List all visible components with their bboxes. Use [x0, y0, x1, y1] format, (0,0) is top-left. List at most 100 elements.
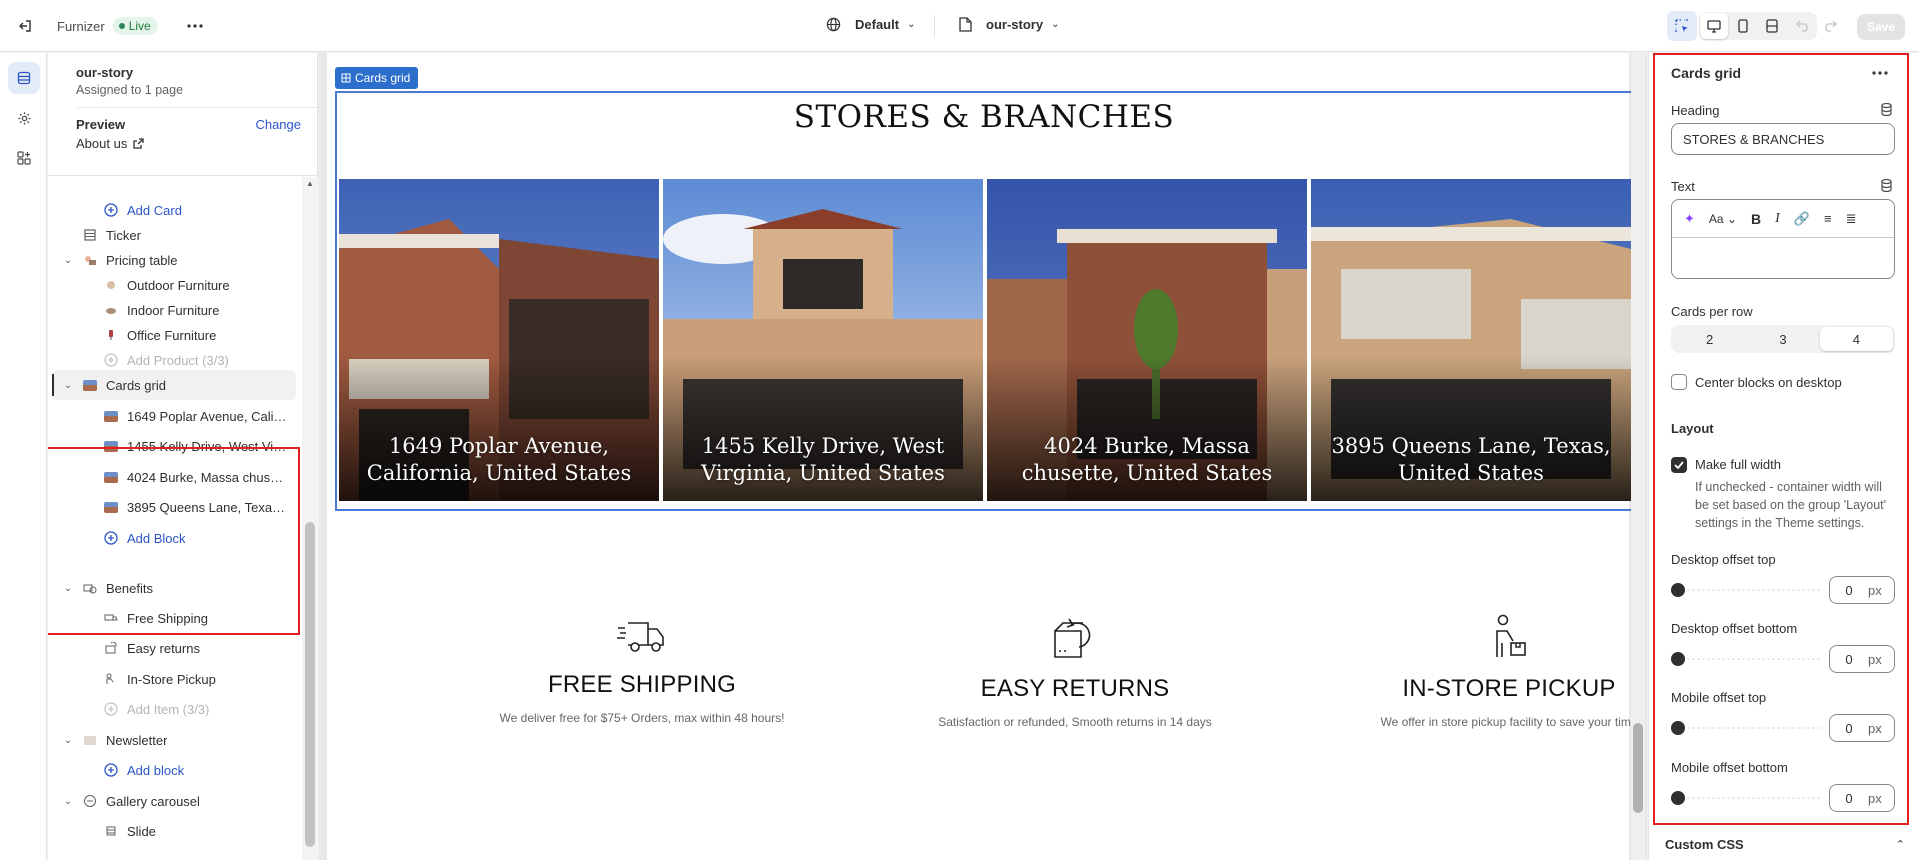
section-cards-grid[interactable]: ⌄ Cards grid: [52, 370, 296, 400]
desktop-icon[interactable]: [1700, 13, 1728, 39]
database-icon[interactable]: [1881, 178, 1892, 195]
desktop-offset-top-input[interactable]: 0 px: [1829, 576, 1895, 604]
heading-input[interactable]: STORES & BRANCHES: [1671, 123, 1895, 155]
offset-value: 0: [1845, 582, 1853, 598]
link-icon[interactable]: 🔗: [1794, 211, 1810, 227]
divider: [934, 15, 935, 37]
slider-knob[interactable]: [1671, 652, 1685, 666]
sidebar-scrollbar[interactable]: ▲: [302, 177, 318, 860]
bold-icon[interactable]: B: [1751, 211, 1761, 227]
slider-knob[interactable]: [1671, 791, 1685, 805]
numbered-list-icon[interactable]: ≣: [1846, 211, 1857, 227]
benefits-icon: [82, 580, 98, 596]
check-icon: [1674, 461, 1684, 469]
desktop-offset-bottom-input[interactable]: 0 px: [1829, 645, 1895, 673]
scroll-up-icon[interactable]: ▲: [306, 179, 314, 188]
change-link[interactable]: Change: [255, 117, 301, 132]
exit-icon[interactable]: [10, 11, 40, 41]
mobile-offset-top-slider[interactable]: [1671, 720, 1821, 736]
chevron-down-icon[interactable]: ⌄: [62, 380, 74, 391]
benefit-text: Satisfaction or refunded, Smooth returns…: [938, 715, 1212, 729]
section-gallery-carousel[interactable]: ⌄ Gallery carousel: [48, 786, 302, 816]
option-4[interactable]: 4: [1819, 327, 1893, 351]
bullet-list-icon[interactable]: ≡: [1824, 211, 1832, 226]
add-card-label: Add Card: [127, 202, 182, 218]
chevron-up-icon: ⌃: [1895, 839, 1905, 851]
block-easy-returns[interactable]: Easy returns: [48, 633, 302, 663]
center-blocks-checkbox[interactable]: [1671, 374, 1687, 390]
scroll-thumb[interactable]: [305, 522, 315, 847]
chevron-down-icon[interactable]: ⌄: [62, 735, 74, 746]
chevron-down-icon[interactable]: ⌄: [62, 583, 74, 594]
canvas-scrollbar[interactable]: [1631, 53, 1645, 860]
ai-sparkle-icon[interactable]: ✦: [1684, 211, 1695, 227]
font-size-icon[interactable]: Aa ⌄: [1709, 212, 1737, 226]
block-free-shipping[interactable]: Free Shipping: [48, 603, 302, 633]
mobile-offset-bottom-input[interactable]: 0 px: [1829, 784, 1895, 812]
section-heading: STORES & BRANCHES: [793, 99, 1175, 135]
option-3[interactable]: 3: [1746, 327, 1819, 351]
theme-selector[interactable]: Default ⌄: [826, 17, 915, 32]
store-card[interactable]: 3895 Queens Lane, Texas, United States: [1311, 179, 1631, 501]
save-button[interactable]: Save: [1857, 14, 1906, 40]
canvas-scroll-thumb[interactable]: [1633, 723, 1643, 813]
redo-icon[interactable]: [1815, 11, 1845, 41]
layout-heading: Layout: [1671, 421, 1714, 436]
rich-text-editor[interactable]: ✦ Aa ⌄ B I 🔗 ≡ ≣: [1671, 199, 1895, 279]
desktop-offset-bottom-slider[interactable]: [1671, 651, 1821, 667]
cards-grid-section[interactable]: STORES & BRANCHES 1649 Poplar Avenue, Ca…: [335, 91, 1633, 511]
slider-knob[interactable]: [1671, 721, 1685, 735]
sections-sidebar: our-story Assigned to 1 page Preview Cha…: [48, 53, 318, 860]
section-benefits[interactable]: ⌄ Benefits: [48, 573, 302, 603]
store-card[interactable]: 4024 Burke, Massa chusette, United State…: [987, 179, 1307, 501]
fullscreen-icon[interactable]: [1758, 13, 1786, 39]
mobile-offset-top-input[interactable]: 0 px: [1829, 714, 1895, 742]
chevron-down-icon[interactable]: ⌄: [62, 796, 74, 807]
selected-section-tag[interactable]: Cards grid: [335, 67, 419, 89]
add-block-newsletter-button[interactable]: Add block: [48, 755, 302, 785]
custom-css-header[interactable]: Custom CSS ⌃: [1665, 837, 1905, 852]
chevron-down-icon: ⌄: [907, 19, 916, 30]
more-icon[interactable]: [180, 11, 210, 41]
full-width-checkbox[interactable]: [1671, 457, 1687, 473]
slider-knob[interactable]: [1671, 583, 1685, 597]
option-2[interactable]: 2: [1673, 327, 1746, 351]
desktop-offset-top-slider[interactable]: [1671, 582, 1821, 598]
full-width-help: If unchecked - container width will be s…: [1695, 480, 1887, 530]
sections-icon[interactable]: [8, 62, 40, 94]
highlight-box: Cards grid Heading STORES & BRANCHES Tex…: [1653, 53, 1909, 825]
product-thumb-icon: [103, 302, 119, 318]
block-card-1[interactable]: 1649 Poplar Avenue, Califo...: [48, 401, 302, 431]
mobile-offset-top-label: Mobile offset top: [1671, 690, 1767, 705]
italic-icon[interactable]: I: [1775, 211, 1780, 227]
heading-label: Heading: [1671, 103, 1720, 118]
mobile-icon[interactable]: [1729, 13, 1757, 39]
page-selector[interactable]: our-story ⌄: [959, 17, 1059, 32]
undo-icon[interactable]: [1788, 11, 1818, 41]
preview-page: About us: [76, 136, 128, 151]
mobile-offset-bottom-slider[interactable]: [1671, 790, 1821, 806]
card-title: 4024 Burke, Massa chusette, United State…: [1021, 434, 1273, 485]
panel-title: Cards grid: [1671, 65, 1742, 81]
slide-icon: [103, 823, 119, 839]
inspector-icon[interactable]: [1667, 11, 1697, 41]
block-instore[interactable]: In-Store Pickup: [48, 664, 302, 694]
more-icon[interactable]: [1872, 63, 1888, 78]
apps-icon[interactable]: [8, 142, 40, 174]
store-card[interactable]: 1649 Poplar Avenue, California, United S…: [339, 179, 659, 501]
preview-page-link[interactable]: About us: [76, 136, 301, 151]
block-slide[interactable]: Slide: [48, 816, 302, 846]
card-title: 1455 Kelly Drive, West Virginia, United …: [701, 434, 945, 485]
chevron-down-icon[interactable]: ⌄: [62, 255, 74, 266]
assigned-text: Assigned to 1 page: [76, 83, 184, 97]
database-icon[interactable]: [1881, 102, 1892, 119]
card-title: 1649 Poplar Avenue, California, United S…: [366, 434, 632, 485]
settings-gear-icon[interactable]: [8, 102, 40, 134]
unit-label: px: [1868, 582, 1882, 598]
office-label: Office Furniture: [127, 327, 217, 343]
benefit-title: EASY RETURNS: [980, 675, 1170, 702]
page-icon: [959, 17, 972, 32]
plus-circle-icon: [103, 762, 119, 778]
section-newsletter[interactable]: ⌄ Newsletter: [48, 725, 302, 755]
store-card[interactable]: 1455 Kelly Drive, West Virginia, United …: [663, 179, 983, 501]
